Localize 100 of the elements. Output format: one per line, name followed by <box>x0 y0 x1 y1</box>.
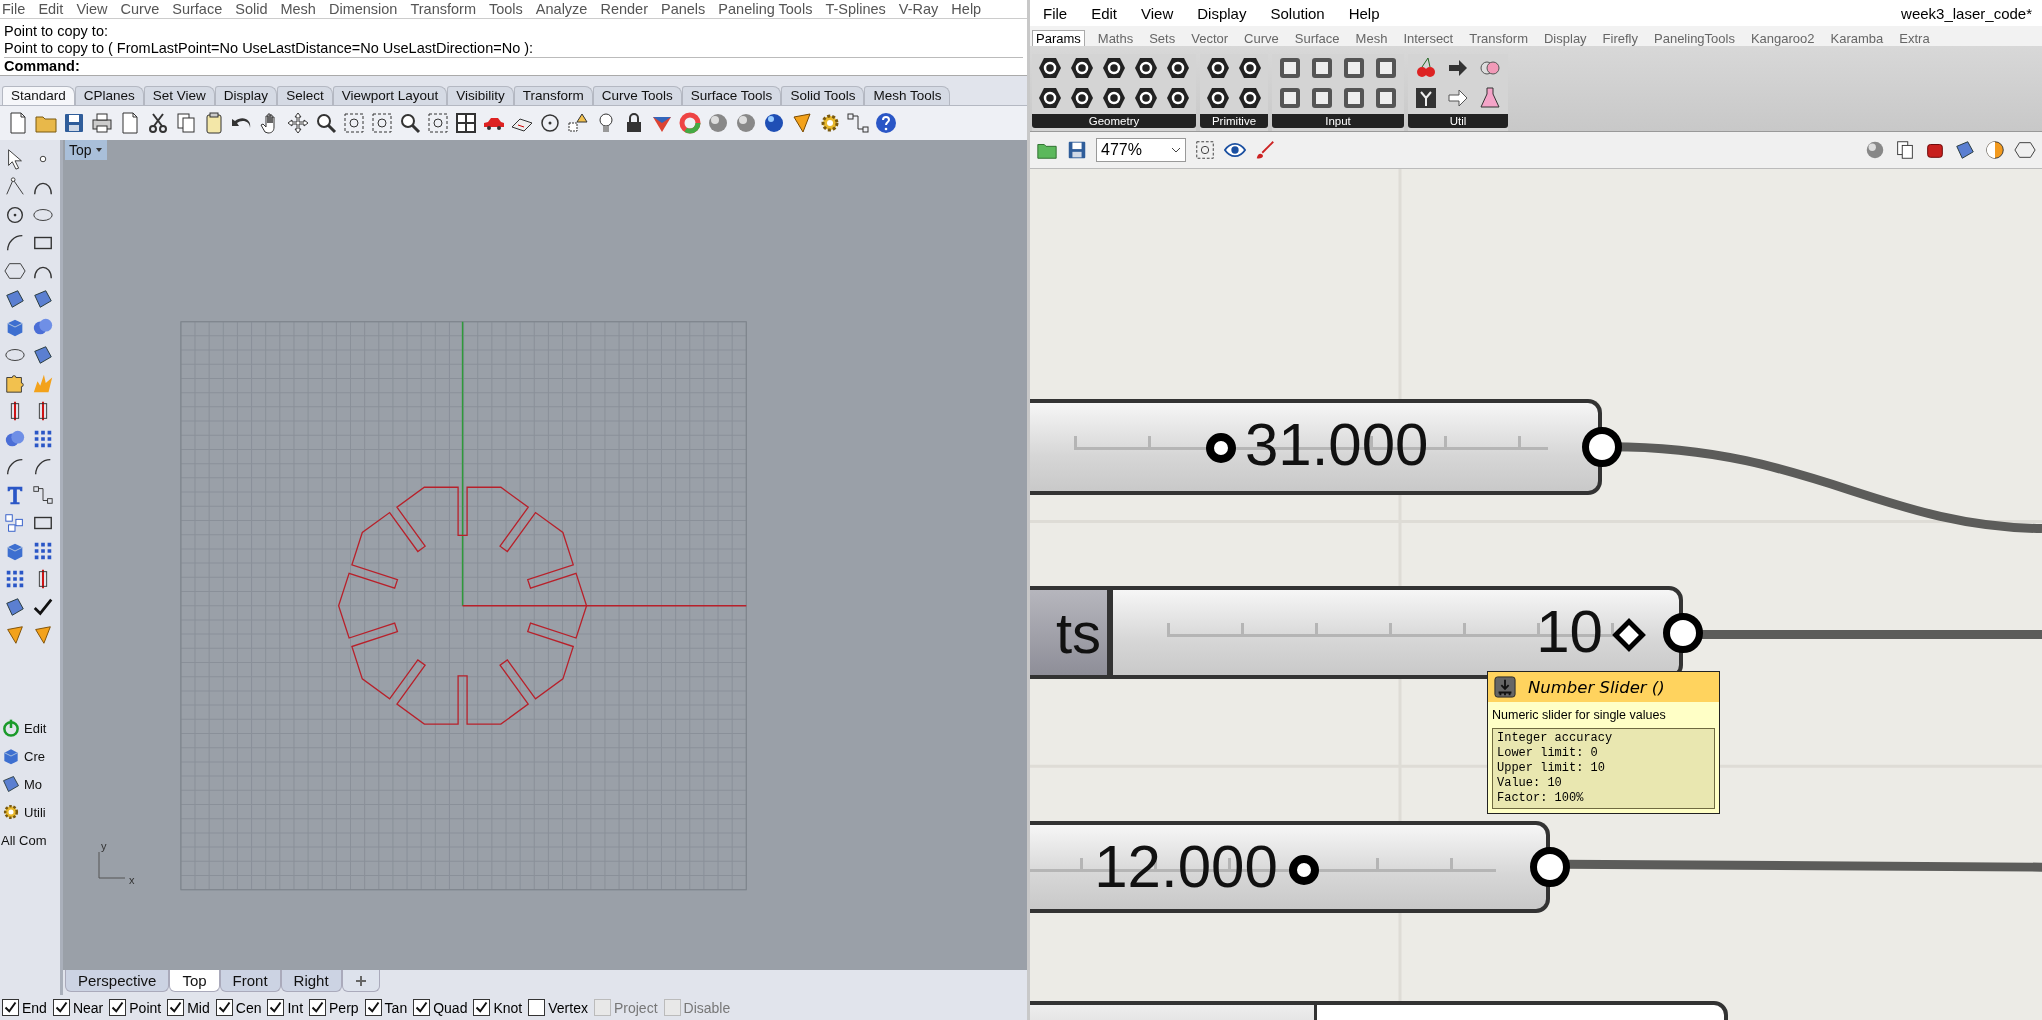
surface-icon[interactable] <box>1954 139 1976 161</box>
menu-item[interactable]: Surface <box>172 1 223 17</box>
square-icon[interactable] <box>1374 56 1398 80</box>
menu-item[interactable]: View <box>1141 4 1174 22</box>
surface-icon[interactable] <box>32 288 54 310</box>
square-icon[interactable] <box>1374 86 1398 110</box>
command-prompt[interactable]: Command: <box>4 57 1023 75</box>
osnap-checkbox[interactable] <box>167 999 185 1016</box>
surface-icon[interactable] <box>32 344 54 366</box>
hexagon-icon[interactable] <box>1038 56 1062 80</box>
zoom-dropdown[interactable]: 477% <box>1096 138 1186 162</box>
dots-icon[interactable] <box>32 428 54 450</box>
menu-item[interactable]: V-Ray <box>898 1 939 17</box>
osnap-checkbox[interactable] <box>2 999 19 1016</box>
square-icon[interactable] <box>1342 56 1366 80</box>
circle-icon[interactable] <box>4 204 26 226</box>
menu-item[interactable]: View <box>76 1 108 17</box>
square-icon[interactable] <box>1278 56 1302 80</box>
component-tab[interactable]: Intersect <box>1400 31 1457 46</box>
nodes-icon[interactable] <box>32 484 54 506</box>
dots-icon[interactable] <box>32 540 54 562</box>
number-slider[interactable]: 31.000 <box>1030 399 1602 495</box>
output-port[interactable] <box>1663 612 1703 653</box>
component-tab[interactable]: Firefly <box>1599 31 1641 46</box>
toolbar-tab[interactable]: Standard <box>2 86 75 105</box>
toolbar-tab[interactable]: Visibility <box>447 86 514 105</box>
menu-item[interactable]: Paneling Tools <box>718 1 813 17</box>
wheel-icon[interactable] <box>678 111 702 135</box>
toolbar-tab[interactable]: Curve Tools <box>592 86 682 105</box>
osnap-checkbox[interactable] <box>52 999 70 1016</box>
osnap-checkbox[interactable] <box>215 999 233 1016</box>
osnap-checkbox[interactable] <box>309 999 327 1016</box>
sphere-icon[interactable] <box>1864 139 1886 161</box>
component-tab[interactable]: Maths <box>1094 31 1137 46</box>
hexagon-icon[interactable] <box>1206 86 1230 110</box>
group-title-bar[interactable]: Primitive <box>1200 114 1268 128</box>
cone-icon[interactable] <box>790 111 814 135</box>
group-title-bar[interactable]: Geometry <box>1032 114 1196 128</box>
menu-item[interactable]: Edit <box>1091 4 1118 22</box>
component-tab[interactable]: Kangaroo2 <box>1747 31 1818 46</box>
toolbar-tab[interactable]: Surface Tools <box>681 86 782 105</box>
shapes-icon[interactable] <box>566 111 590 135</box>
toolbar-tab[interactable]: Select <box>277 86 333 105</box>
menu-item[interactable]: Mesh <box>280 1 316 17</box>
component-tab[interactable]: Surface <box>1291 31 1343 46</box>
canvas[interactable]: 31.000 ts 10 12.000 Number Slider () Numeric slider for single values Integer accuracy Lower limit: 0 Upper limit: 10 Value: 10 Factor: 100% <box>1030 169 2042 1020</box>
menu-item[interactable]: Display <box>1197 4 1247 22</box>
hexagon-icon[interactable] <box>1206 56 1230 80</box>
component-tab[interactable]: Extra <box>1896 31 1933 46</box>
viewport-tab[interactable]: Perspective <box>65 970 170 992</box>
square-icon[interactable] <box>1310 86 1334 110</box>
square-icon[interactable] <box>1342 86 1366 110</box>
square-icon[interactable] <box>1278 86 1302 110</box>
toolbar-tab[interactable]: Viewport Layout <box>332 86 448 105</box>
slider-thumb[interactable] <box>1288 855 1319 885</box>
menu-item[interactable]: Help <box>1348 4 1380 22</box>
cone-icon[interactable] <box>4 624 26 646</box>
hexagon-icon[interactable] <box>1134 56 1158 80</box>
viewport-tab[interactable]: Front <box>219 970 281 992</box>
menu-item[interactable]: Dimension <box>328 1 398 17</box>
output-port[interactable] <box>1582 427 1622 467</box>
sphere-icon[interactable] <box>706 111 730 135</box>
number-slider[interactable]: 12.000 <box>1030 821 1550 913</box>
panel-button[interactable]: Mo <box>0 772 60 796</box>
component-tab[interactable]: Params <box>1032 30 1085 46</box>
grid-icon[interactable] <box>454 111 478 135</box>
panel-button[interactable]: Edit <box>0 716 60 740</box>
osnap-checkbox[interactable] <box>364 999 382 1016</box>
menu-item[interactable]: Help <box>951 1 982 17</box>
menu-item[interactable]: Edit <box>38 1 64 17</box>
frame-icon[interactable] <box>426 111 450 135</box>
component-tab[interactable]: Mesh <box>1352 31 1391 46</box>
move-icon[interactable] <box>286 111 310 135</box>
blocks-icon[interactable] <box>4 512 26 534</box>
component-tab[interactable]: Curve <box>1241 31 1282 46</box>
menu-item[interactable]: File <box>1043 4 1068 22</box>
surface-icon[interactable] <box>4 288 26 310</box>
menu-item[interactable]: File <box>2 1 26 17</box>
group-title-bar[interactable]: Util <box>1408 114 1508 128</box>
copy-icon[interactable] <box>1894 139 1916 161</box>
help-icon[interactable] <box>874 111 898 135</box>
menu-item[interactable]: Panels <box>661 1 706 17</box>
component-tab[interactable]: Karamba <box>1827 31 1887 46</box>
dots-icon[interactable] <box>4 568 26 590</box>
sphere-icon[interactable] <box>762 111 786 135</box>
toolbar-tab[interactable]: Display <box>214 86 278 105</box>
sphere-icon[interactable] <box>734 111 758 135</box>
flask-icon[interactable] <box>1478 86 1502 110</box>
osnap-checkbox[interactable] <box>413 999 431 1016</box>
half-circle-icon[interactable] <box>1984 139 2006 161</box>
magnifier-icon[interactable] <box>314 111 338 135</box>
menu-item[interactable]: Solid <box>235 1 268 17</box>
panel-button[interactable]: Utili <box>0 800 60 824</box>
osnap-checkbox[interactable] <box>109 999 127 1016</box>
hexagon-icon[interactable] <box>1238 56 1262 80</box>
hexagon-icon[interactable] <box>1238 86 1262 110</box>
group-title-bar[interactable]: Input <box>1272 114 1404 128</box>
toolbar-tab[interactable]: Solid Tools <box>781 86 865 105</box>
slider-thumb[interactable] <box>1205 433 1236 463</box>
circle-icon[interactable] <box>538 111 562 135</box>
